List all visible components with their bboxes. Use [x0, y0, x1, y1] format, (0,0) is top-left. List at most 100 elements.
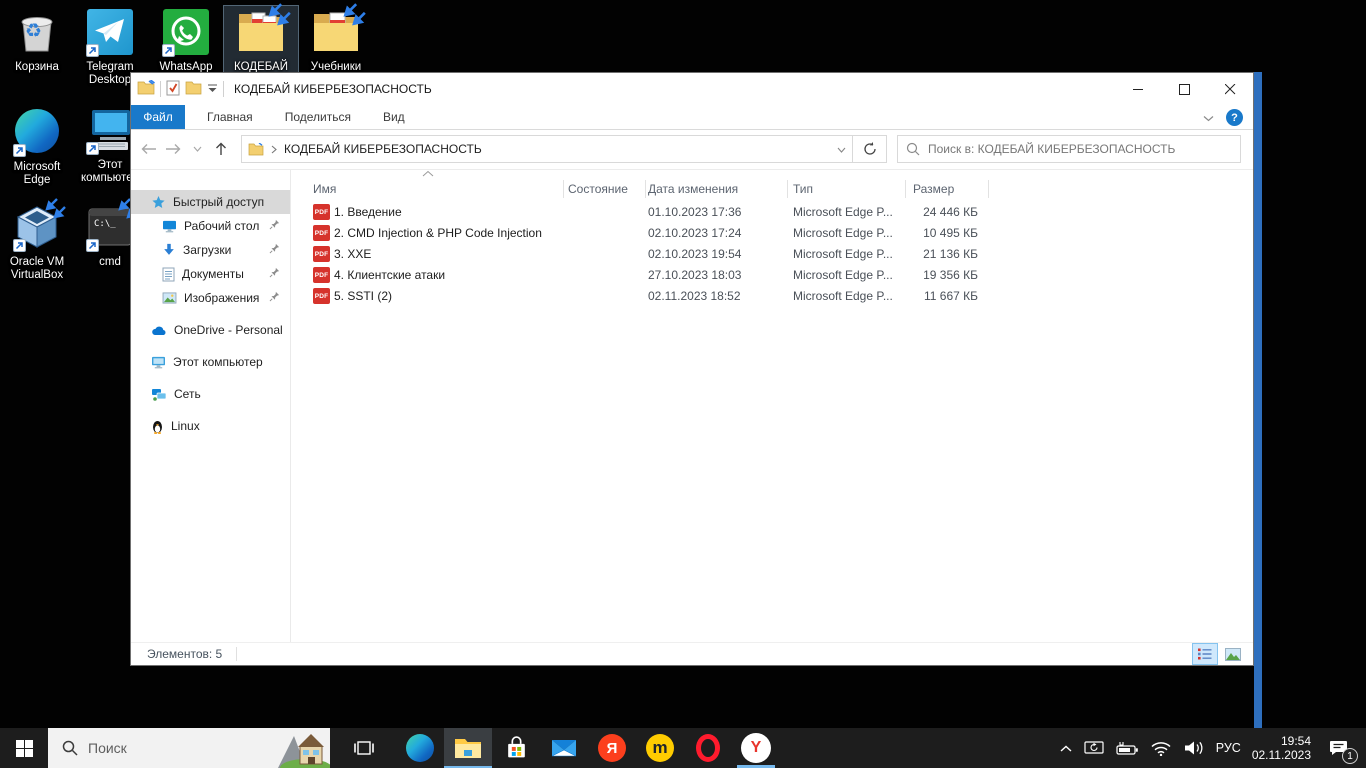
system-tray: РУС 19:54 02.11.2023 1 — [1059, 733, 1366, 763]
action-center-button[interactable]: 1 — [1322, 733, 1356, 763]
desktop-icon-recycle-bin[interactable]: ♻ Корзина — [0, 6, 74, 74]
tray-battery-icon[interactable] — [1115, 741, 1139, 756]
quick-access-toolbar — [137, 80, 224, 99]
refresh-button[interactable] — [853, 135, 887, 163]
tab-home[interactable]: Главная — [197, 105, 263, 129]
new-folder-button[interactable] — [185, 81, 202, 98]
tray-project-icon[interactable] — [1084, 740, 1104, 756]
column-header-type[interactable]: Тип — [793, 182, 813, 196]
file-list: PDF 1. Введение 01.10.2023 17:36 Microso… — [291, 202, 1253, 307]
sidebar-item-quick-access[interactable]: Быстрый доступ — [131, 190, 290, 214]
desktop-icon-label: Корзина — [0, 61, 74, 74]
file-row[interactable]: PDF 2. CMD Injection & PHP Code Injectio… — [291, 223, 1253, 244]
network-icon — [151, 388, 167, 401]
sync-arrows-icon — [341, 2, 367, 28]
desktop-icon-uchebniki-folder[interactable]: Учебники — [299, 6, 373, 74]
sidebar-item-linux[interactable]: Linux — [131, 414, 290, 438]
taskbar-yandex-app-icon[interactable]: Я — [588, 728, 636, 768]
pin-icon[interactable] — [269, 219, 280, 233]
up-button[interactable] — [209, 136, 233, 162]
pin-icon[interactable] — [269, 291, 280, 305]
tray-clock[interactable]: 19:54 02.11.2023 — [1252, 734, 1311, 762]
onedrive-cloud-icon — [151, 325, 167, 336]
minimize-button[interactable] — [1115, 73, 1161, 105]
taskbar-search-input[interactable] — [88, 740, 238, 756]
pin-icon[interactable] — [269, 243, 280, 257]
sidebar-item-this-pc[interactable]: Этот компьютер — [131, 350, 290, 374]
tray-wifi-icon[interactable] — [1150, 740, 1172, 756]
taskbar-opera-icon[interactable] — [684, 728, 732, 768]
details-view-button[interactable] — [1193, 644, 1217, 664]
language-indicator[interactable]: РУС — [1216, 741, 1241, 755]
recycle-bin-icon: ♻ — [13, 9, 61, 57]
file-row[interactable]: PDF 4. Клиентские атаки 27.10.2023 18:03… — [291, 265, 1253, 286]
window-title: КОДЕБАЙ КИБЕРБЕЗОПАСНОСТЬ — [234, 82, 432, 96]
taskbar-search[interactable] — [48, 728, 330, 768]
tray-volume-icon[interactable] — [1183, 740, 1205, 756]
desktop-icon-whatsapp[interactable]: WhatsApp — [149, 6, 223, 74]
file-row[interactable]: PDF 5. SSTI (2) 02.11.2023 18:52 Microso… — [291, 286, 1253, 307]
sidebar-item-desktop[interactable]: Рабочий стол — [131, 214, 290, 238]
this-pc-icon — [151, 356, 166, 369]
sidebar-item-onedrive[interactable]: OneDrive - Personal — [131, 318, 290, 342]
folder-pdf-icon — [237, 9, 285, 57]
pdf-file-icon: PDF — [313, 246, 330, 262]
pdf-file-icon: PDF — [313, 204, 330, 220]
tab-file[interactable]: Файл — [131, 105, 185, 129]
task-view-button[interactable] — [340, 728, 388, 768]
address-bar[interactable]: КОДЕБАЙ КИБЕРБЕЗОПАСНОСТЬ — [241, 135, 853, 163]
taskbar-store-icon[interactable] — [492, 728, 540, 768]
column-header-status[interactable]: Состояние — [568, 182, 628, 196]
forward-button[interactable] — [161, 136, 185, 162]
sidebar-item-documents[interactable]: Документы — [131, 262, 290, 286]
sidebar-item-pictures[interactable]: Изображения — [131, 286, 290, 310]
shortcut-arrow-icon — [13, 144, 26, 157]
search-highlight-image[interactable] — [272, 728, 330, 768]
properties-button[interactable] — [166, 80, 180, 99]
documents-icon — [162, 267, 175, 282]
taskbar-edge-icon[interactable] — [396, 728, 444, 768]
taskbar-mail-icon[interactable] — [540, 728, 588, 768]
ribbon-collapse-icon[interactable] — [1203, 111, 1214, 125]
shortcut-arrow-icon — [86, 142, 99, 155]
file-row[interactable]: PDF 1. Введение 01.10.2023 17:36 Microso… — [291, 202, 1253, 223]
folder-icon — [248, 143, 264, 156]
explorer-search[interactable] — [897, 135, 1241, 163]
column-header-size[interactable]: Размер — [913, 182, 954, 196]
breadcrumb[interactable]: КОДЕБАЙ КИБЕРБЕЗОПАСНОСТЬ — [284, 142, 482, 156]
tab-view[interactable]: Вид — [373, 105, 415, 129]
tray-expand-chevron-icon[interactable] — [1059, 744, 1073, 753]
column-header-name[interactable]: Имя — [313, 182, 336, 196]
sidebar-item-network[interactable]: Сеть — [131, 382, 290, 406]
taskbar-file-explorer-icon[interactable] — [444, 728, 492, 768]
sidebar-item-downloads[interactable]: Загрузки — [131, 238, 290, 262]
column-header-modified[interactable]: Дата изменения — [648, 182, 738, 196]
address-dropdown-icon[interactable] — [837, 142, 846, 156]
thumbnails-view-button[interactable] — [1221, 644, 1245, 664]
tab-share[interactable]: Поделиться — [275, 105, 361, 129]
explorer-content: Быстрый доступ Рабочий стол Загрузки Док… — [131, 169, 1253, 642]
customize-toolbar-button[interactable] — [207, 82, 218, 96]
window-system-icon[interactable] — [137, 80, 155, 98]
desktop-icon-label: Oracle VM VirtualBox — [0, 256, 74, 282]
help-button[interactable]: ? — [1226, 109, 1243, 126]
desktop-icon-virtualbox[interactable]: Oracle VM VirtualBox — [0, 201, 74, 282]
pin-icon[interactable] — [269, 267, 280, 281]
taskbar-yandex-browser-icon[interactable]: Y — [732, 728, 780, 768]
shortcut-arrow-icon — [86, 44, 99, 57]
desktop-icon — [162, 220, 177, 233]
explorer-search-input[interactable] — [928, 142, 1232, 156]
explorer-window: КОДЕБАЙ КИБЕРБЕЗОПАСНОСТЬ Файл Главная П… — [130, 72, 1254, 666]
sync-arrows-icon — [42, 197, 68, 223]
back-button[interactable] — [137, 136, 161, 162]
navigation-pane: Быстрый доступ Рабочий стол Загрузки Док… — [131, 170, 291, 642]
shortcut-arrow-icon — [86, 239, 99, 252]
desktop-icon-kodebay-folder[interactable]: КОДЕБАЙ — [224, 6, 298, 74]
close-button[interactable] — [1207, 73, 1253, 105]
start-button[interactable] — [0, 728, 48, 768]
maximize-button[interactable] — [1161, 73, 1207, 105]
file-row[interactable]: PDF 3. XXE 02.10.2023 19:54 Microsoft Ed… — [291, 244, 1253, 265]
recent-locations-icon[interactable] — [185, 136, 209, 162]
taskbar-yellow-m-icon[interactable]: m — [636, 728, 684, 768]
desktop-icon-microsoft-edge[interactable]: Microsoft Edge — [0, 104, 74, 187]
